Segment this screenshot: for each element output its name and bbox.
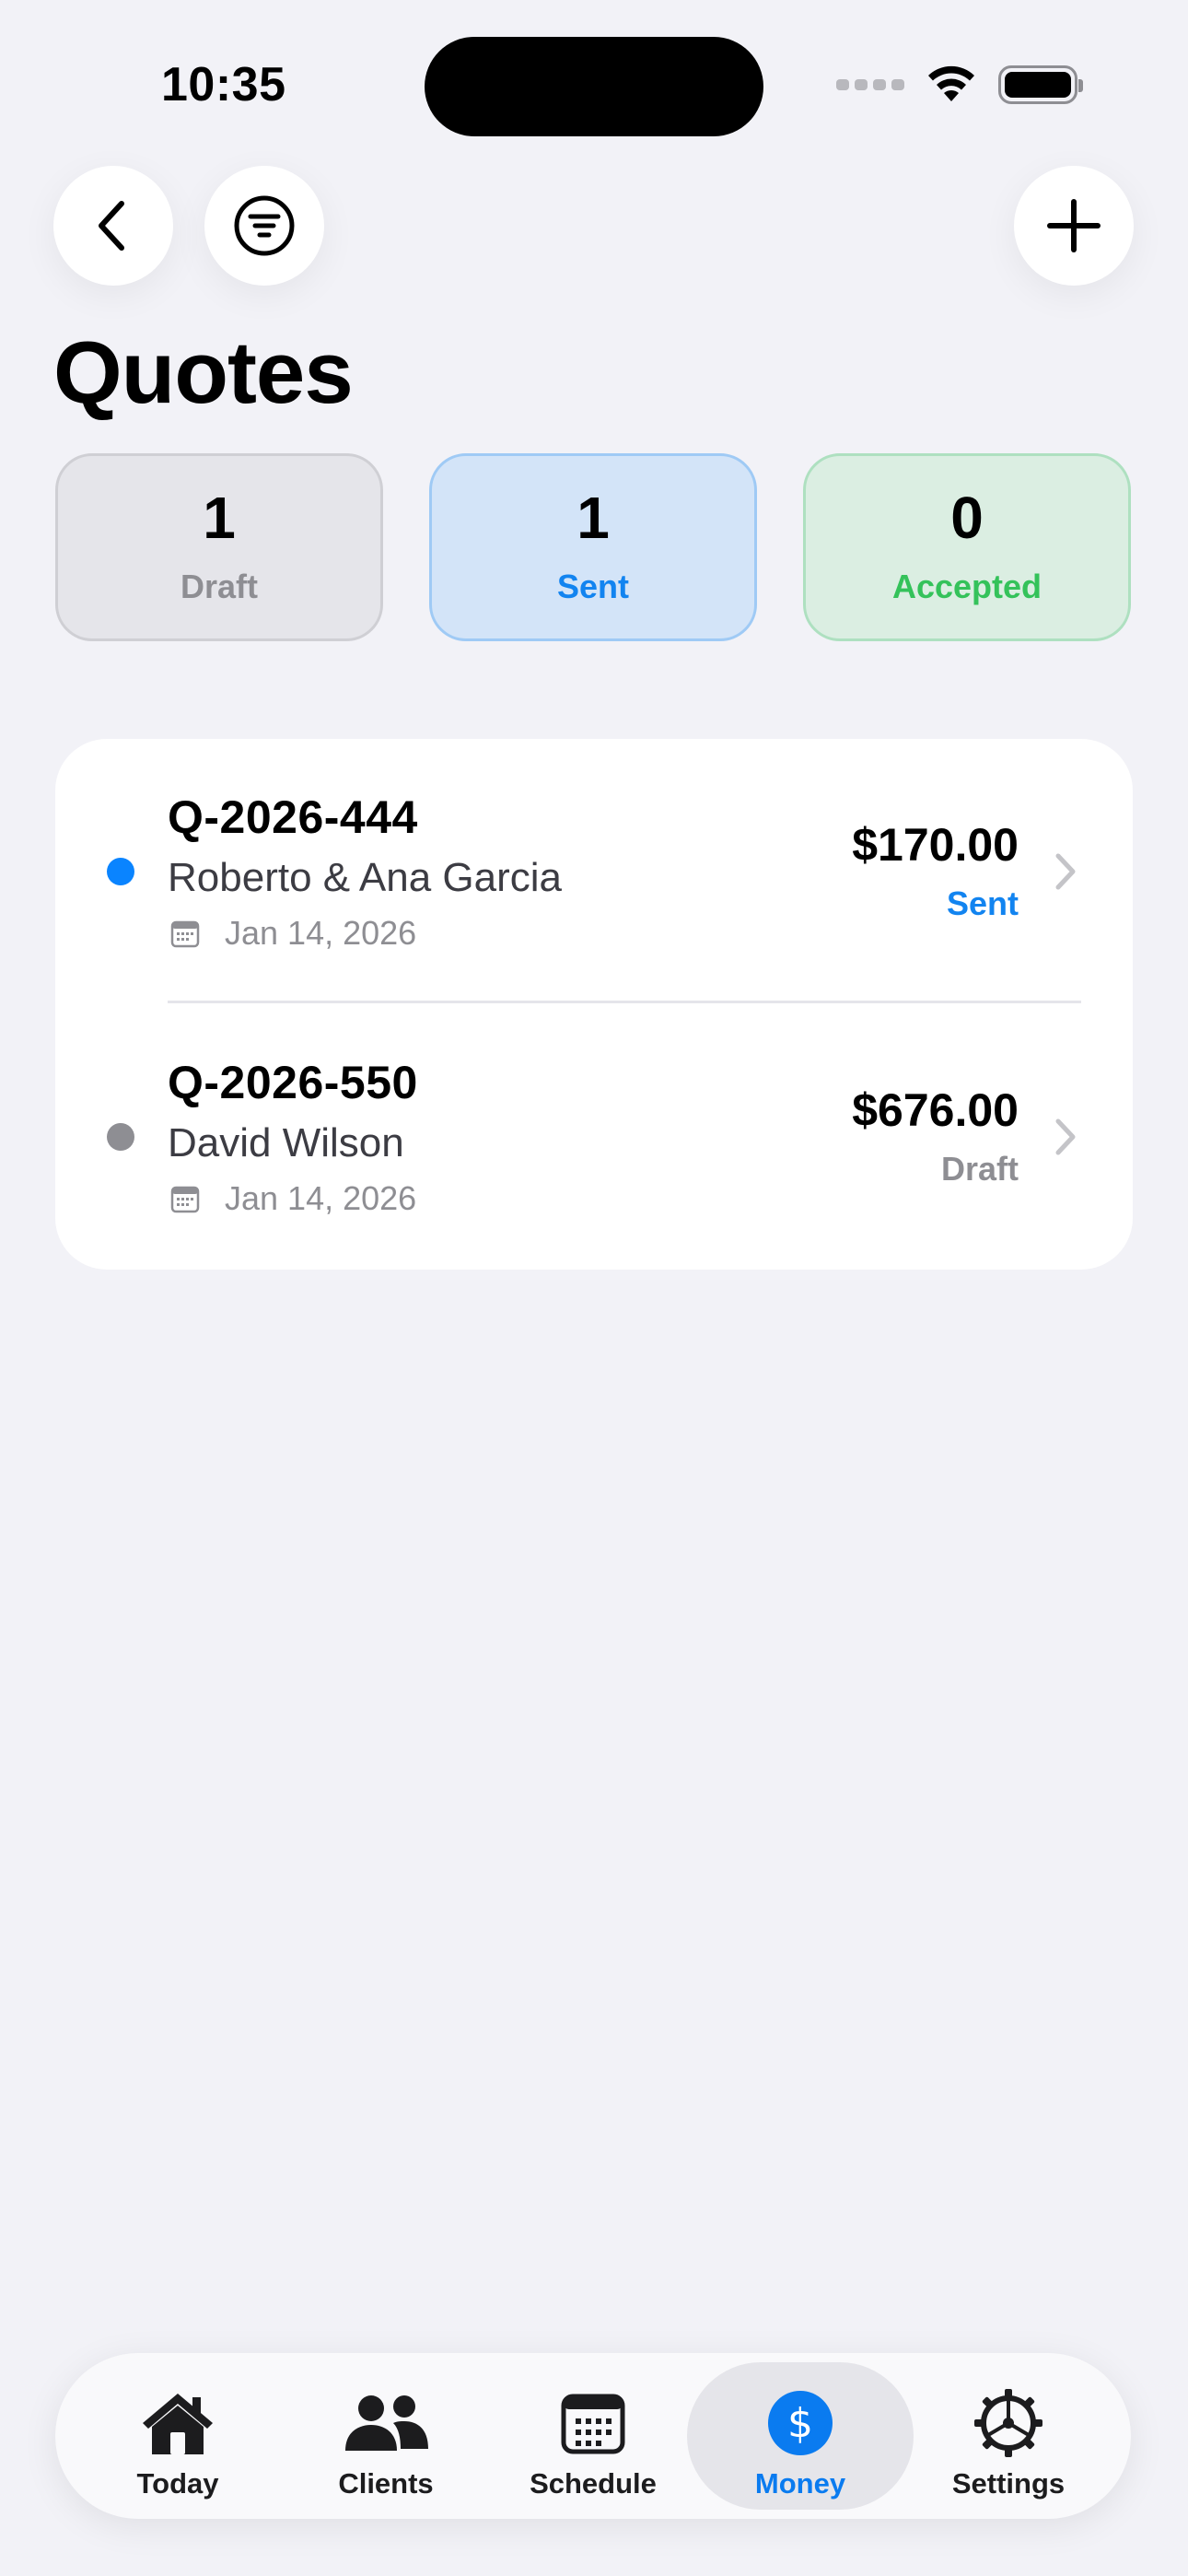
quote-amount: $170.00 <box>852 819 1019 871</box>
quote-row[interactable]: Q-2026-550 David Wilson Jan 14, 2026 $67… <box>55 1004 1133 1270</box>
quote-status: Sent <box>946 884 1019 922</box>
wifi-icon <box>928 65 974 101</box>
house-icon <box>143 2394 213 2454</box>
row-divider <box>168 1001 1081 1003</box>
status-time: 10:35 <box>161 58 286 111</box>
calendar-grid-icon <box>561 2394 625 2454</box>
summary-card-sent[interactable]: 1 Sent <box>429 453 757 641</box>
calendar-icon <box>170 1186 200 1213</box>
plus-icon <box>1047 199 1101 252</box>
draft-count: 1 <box>203 485 236 551</box>
status-dot <box>107 1123 134 1151</box>
tab-money[interactable]: $ Money <box>687 2362 914 2510</box>
filter-button[interactable] <box>204 166 324 286</box>
tab-money-label: Money <box>754 2467 846 2500</box>
tab-bar: Today Clients Schedule $ Money Settings <box>55 2353 1131 2519</box>
chevron-left-icon <box>99 201 124 251</box>
quote-summary: 1 Draft 1 Sent 0 Accepted <box>55 453 1133 641</box>
tab-today-label: Today <box>136 2467 219 2500</box>
dynamic-island <box>425 37 763 136</box>
draft-label: Draft <box>180 568 258 605</box>
accepted-count: 0 <box>950 485 984 551</box>
battery-icon <box>998 65 1083 104</box>
people-icon <box>345 2395 428 2451</box>
back-button[interactable] <box>53 166 173 286</box>
chevron-right-icon <box>1055 1118 1076 1155</box>
quote-row[interactable]: Q-2026-444 Roberto & Ana Garcia Jan 14, … <box>55 739 1133 1004</box>
page-title: Quotes <box>53 323 354 422</box>
calendar-icon <box>170 920 200 948</box>
cellular-signal-icon <box>836 79 904 90</box>
tab-settings-label: Settings <box>951 2467 1066 2500</box>
quote-date: Jan 14, 2026 <box>225 1179 417 1217</box>
tab-schedule[interactable]: Schedule <box>480 2362 706 2510</box>
tab-clients[interactable]: Clients <box>273 2362 499 2510</box>
status-dot <box>107 858 134 885</box>
quote-number: Q-2026-550 <box>168 1057 418 1108</box>
quote-amount: $676.00 <box>852 1084 1019 1136</box>
quote-status: Draft <box>940 1150 1019 1188</box>
gear-icon <box>974 2389 1042 2457</box>
client-name: David Wilson <box>168 1120 404 1165</box>
quote-date-wrap: Jan 14, 2026 <box>169 1179 416 1218</box>
tab-schedule-label: Schedule <box>530 2467 657 2500</box>
quote-list: Q-2026-444 Roberto & Ana Garcia Jan 14, … <box>55 739 1133 1270</box>
quote-date-wrap: Jan 14, 2026 <box>169 914 416 953</box>
summary-card-accepted[interactable]: 0 Accepted <box>803 453 1131 641</box>
chevron-right-icon <box>1055 853 1076 890</box>
client-name: Roberto & Ana Garcia <box>168 855 563 900</box>
sent-count: 1 <box>577 485 610 551</box>
quote-date: Jan 14, 2026 <box>225 914 417 952</box>
quote-number: Q-2026-444 <box>168 791 418 843</box>
status-indicators <box>836 64 1083 105</box>
add-quote-button[interactable] <box>1014 166 1134 286</box>
filter-icon <box>234 195 295 256</box>
dollar-icon: $ <box>768 2391 833 2455</box>
sent-label: Sent <box>556 568 629 605</box>
accepted-label: Accepted <box>891 568 1042 605</box>
tab-settings[interactable]: Settings <box>895 2362 1122 2510</box>
tab-today[interactable]: Today <box>64 2362 291 2510</box>
tab-clients-label: Clients <box>338 2467 434 2500</box>
quotes-screen: 10:35 Quotes 1 Draft 1 Sent 0 Accepted Q… <box>0 0 1188 2576</box>
summary-card-draft[interactable]: 1 Draft <box>55 453 383 641</box>
